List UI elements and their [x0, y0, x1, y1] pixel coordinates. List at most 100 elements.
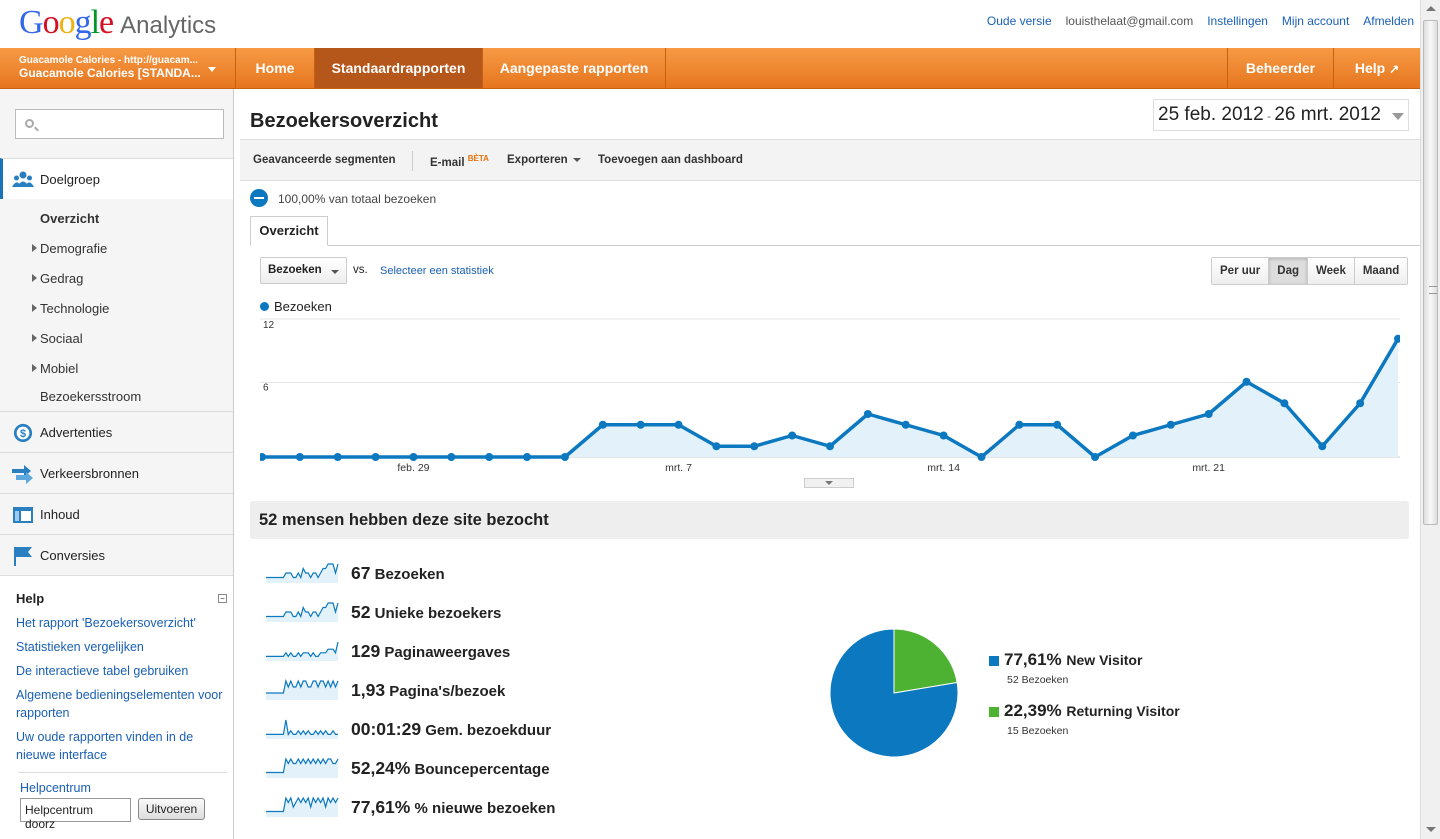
svg-text:$: $	[20, 428, 26, 440]
help-title: Help	[16, 591, 45, 606]
flag-icon	[14, 547, 32, 566]
nav-admin[interactable]: Beheerder	[1227, 48, 1334, 88]
sparkline	[266, 796, 339, 817]
granularity-week-button[interactable]: Week	[1307, 258, 1354, 284]
sidebar-item-demographics[interactable]: Demografie	[31, 241, 107, 256]
account-profile: Guacamole Calories [STANDA...	[19, 66, 201, 80]
sidebar-item-audience[interactable]: Doelgroep	[0, 158, 233, 199]
date-separator: -	[1263, 109, 1275, 123]
stat-label: Unieke bezoekers	[370, 605, 502, 622]
main-nav: Guacamole Calories - http://guacam... Gu…	[0, 48, 1420, 89]
sidebar-item-social[interactable]: Sociaal	[32, 331, 83, 346]
legend-dot	[260, 302, 269, 311]
granularity-month-button[interactable]: Maand	[1353, 258, 1408, 284]
stat-number: 1,93	[351, 680, 386, 700]
help-link-report-controls[interactable]: Algemene bedieningselementen voor rappor…	[16, 686, 231, 722]
help-panel: Help − Het rapport 'Bezoekersoverzicht' …	[0, 575, 233, 839]
help-label: Help	[1354, 60, 1386, 76]
stat-number: 129	[351, 641, 381, 661]
data-point	[1091, 453, 1100, 461]
pie-new-visits: 52 Bezoeken	[1007, 674, 1069, 686]
settings-link[interactable]: Instellingen	[1207, 14, 1268, 28]
page-scrollbar[interactable]	[1420, 0, 1440, 839]
sidebar-item-behavior[interactable]: Gedrag	[31, 271, 83, 286]
date-range-picker[interactable]: 25 feb. 2012 - 26 mrt. 2012	[1153, 99, 1409, 131]
data-point	[901, 420, 910, 429]
nav-help[interactable]: Help ↗	[1334, 48, 1420, 88]
sidebar-item-technology[interactable]: Technologie	[31, 301, 109, 316]
advanced-segments-button[interactable]: Geavanceerde segmenten	[253, 154, 396, 166]
top-links: Oude versie louisthelaat@gmail.com Inste…	[987, 14, 1414, 28]
chart-resize-handle[interactable]	[804, 478, 854, 488]
add-to-dashboard-button[interactable]: Toevoegen aan dashboard	[598, 154, 743, 166]
stat-label: Paginaweergaves	[380, 644, 511, 661]
data-point	[1242, 377, 1251, 386]
stat-label: Bezoeken	[370, 566, 445, 583]
sidebar-item-traffic-sources[interactable]: Verkeersbronnen	[0, 452, 233, 493]
nav-custom-reports[interactable]: Aangepaste rapporten	[483, 48, 666, 88]
stat-value: 67 Bezoeken	[351, 563, 445, 584]
scroll-down-icon[interactable]	[1426, 827, 1436, 832]
data-point	[447, 453, 456, 461]
data-point	[1356, 399, 1365, 408]
logo-product: Analytics	[120, 12, 217, 39]
help-link-interactive-table[interactable]: De interactieve tabel gebruiken	[16, 662, 231, 680]
sidebar-item-conversions[interactable]: Conversies	[0, 534, 233, 575]
date-to: 26 mrt. 2012	[1274, 104, 1381, 125]
sparkline	[266, 678, 339, 700]
sidebar-item-content[interactable]: Inhoud	[0, 493, 233, 534]
data-point	[523, 453, 532, 461]
tab-overview[interactable]: Overzicht	[250, 216, 328, 246]
sidebar-item-visitor-flow[interactable]: Bezoekersstroom	[40, 389, 141, 404]
sidebar-item-mobile[interactable]: Mobiel	[31, 361, 78, 376]
account-selector[interactable]: Guacamole Calories - http://guacam... Gu…	[0, 48, 236, 88]
export-button[interactable]: Exporteren	[507, 154, 581, 166]
logout-link[interactable]: Afmelden	[1363, 14, 1414, 28]
granularity-day-button[interactable]: Dag	[1268, 258, 1307, 284]
chevron-down-icon	[208, 67, 216, 72]
nav-home[interactable]: Home	[236, 48, 315, 88]
google-analytics-logo[interactable]: Google Analytics	[19, 4, 216, 42]
email-button[interactable]: E-mail BÈTA	[430, 154, 489, 169]
sparkline	[266, 719, 338, 739]
old-version-link[interactable]: Oude versie	[987, 14, 1052, 28]
help-go-button[interactable]: Uitvoeren	[138, 798, 205, 820]
content-icon	[13, 507, 33, 523]
visits-line-chart[interactable]: 6 12 feb. 29 mrt. 7 mrt. 14 mrt. 21	[260, 318, 1400, 488]
select-statistic-link[interactable]: Selecteer een statistiek	[380, 265, 494, 277]
stat-number: 77,61%	[351, 797, 411, 817]
help-link-visitors-report[interactable]: Het rapport 'Bezoekersoverzicht'	[16, 614, 231, 632]
pie-new-pct-value: 77,61%	[1004, 650, 1062, 669]
sidebar-search-input[interactable]	[15, 109, 224, 139]
metric-select-value: Bezoeken	[268, 264, 322, 276]
external-link-icon: ↗	[1389, 62, 1400, 76]
sidebar-label-advertising: Advertenties	[40, 425, 113, 440]
vs-label: vs.	[353, 264, 368, 276]
sparkline	[266, 757, 339, 778]
nav-standard-reports[interactable]: Standaardrapporten	[315, 48, 483, 88]
logo-letter: G	[19, 4, 44, 41]
sidebar-item-advertising[interactable]: $ Advertenties	[0, 411, 233, 452]
data-point	[371, 453, 380, 461]
sidebar-item-overview[interactable]: Overzicht	[40, 211, 99, 226]
stat-value: 52 Unieke bezoekers	[351, 602, 501, 623]
my-account-link[interactable]: Mijn account	[1282, 14, 1349, 28]
help-search-input[interactable]: Helpcentrum doorz	[20, 798, 131, 831]
granularity-hour-button[interactable]: Per uur	[1212, 258, 1269, 284]
logo-letter: l	[90, 4, 101, 41]
logo-google: Google	[19, 4, 114, 42]
help-link-old-reports[interactable]: Uw oude rapporten vinden in de nieuwe in…	[16, 728, 231, 764]
collapse-icon[interactable]: −	[218, 594, 227, 603]
sparkline-line	[266, 719, 338, 736]
data-point	[598, 420, 607, 429]
scrollbar-thumb[interactable]	[1423, 20, 1438, 525]
segment-pie-icon[interactable]	[250, 189, 268, 207]
help-center-link[interactable]: Helpcentrum	[20, 781, 91, 795]
legend-swatch-new	[989, 656, 999, 666]
account-url: Guacamole Calories - http://guacam...	[19, 55, 198, 66]
help-link-compare-metrics[interactable]: Statistieken vergelijken	[16, 638, 231, 656]
logo-letter: e	[99, 4, 114, 41]
data-point	[863, 410, 872, 418]
metric-select[interactable]: Bezoeken	[260, 257, 347, 284]
scroll-up-icon[interactable]	[1426, 6, 1436, 11]
